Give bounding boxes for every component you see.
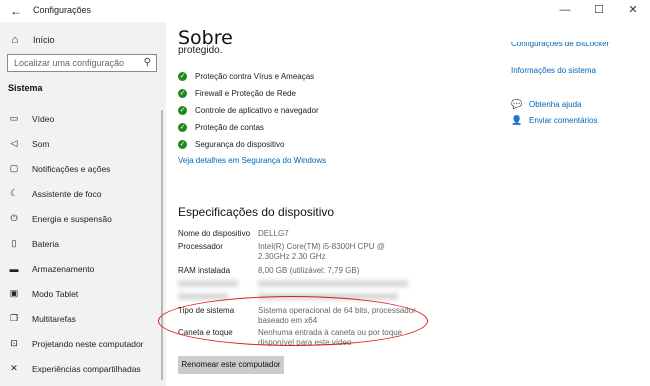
spec-row-processor: Processador Intel(R) Core(TM) i5-8300H C… (178, 242, 418, 262)
multitask-icon: ❐ (9, 313, 19, 323)
sidebar-item-label: Assistente de foco (32, 188, 102, 199)
search-input[interactable]: Localizar uma configuração ⚲ (7, 54, 157, 72)
chat-help-icon: 💬 (511, 99, 523, 109)
sidebar-item-label: Som (32, 138, 50, 149)
annotation-ellipse (158, 296, 428, 346)
checkmark-icon: ✓ (178, 72, 187, 81)
list-item: ✓ Firewall e Proteção de Rede (178, 85, 319, 102)
person-feedback-icon: 👤 (511, 115, 523, 125)
sidebar-item-video[interactable]: ▭ Vídeo (0, 106, 160, 131)
sidebar-item-label: Bateria (32, 238, 59, 249)
section-label: Sistema (8, 83, 43, 93)
search-icon[interactable]: ⚲ (144, 57, 151, 68)
system-info-link[interactable]: Informações do sistema (511, 66, 596, 75)
maximize-button[interactable]: ☐ (582, 0, 616, 22)
protection-label: Proteção contra Vírus e Ameaças (195, 72, 315, 81)
sidebar-item-label: Vídeo (32, 113, 55, 124)
specs-title: Especificações do dispositivo (178, 205, 335, 219)
sidebar-item-label: Experiências compartilhadas (32, 363, 141, 374)
spec-label: RAM instalada (178, 266, 231, 275)
search-placeholder: Localizar uma configuração (14, 58, 125, 68)
sidebar-item-focus[interactable]: ☾ Assistente de foco (0, 181, 160, 206)
sidebar: ⌂ Início Localizar uma configuração ⚲ Si… (0, 22, 166, 386)
list-item: ✓ Proteção contra Vírus e Ameaças (178, 68, 319, 85)
spec-value: DELLG7 (258, 229, 289, 238)
protection-label: Controle de aplicativo e navegador (195, 106, 319, 115)
sidebar-home[interactable]: ⌂ Início (8, 32, 55, 48)
redacted-row (178, 280, 408, 287)
monitor-icon: ▭ (9, 113, 19, 123)
storage-icon: ▬ (9, 263, 19, 274)
sidebar-item-label: Multitarefas (32, 313, 76, 324)
protection-list: ✓ Proteção contra Vírus e Ameaças ✓ Fire… (178, 68, 319, 153)
sidebar-item-label: Projetando neste computador (32, 338, 144, 349)
power-icon: ⏻ (10, 213, 18, 223)
title-bar: ← Configurações — ☐ ✕ (0, 0, 650, 22)
close-button[interactable]: ✕ (616, 0, 650, 22)
sidebar-item-storage[interactable]: ▬ Armazenamento (0, 256, 160, 281)
spec-label: Nome do dispositivo (178, 229, 251, 238)
sidebar-item-multitask[interactable]: ❐ Multitarefas (0, 306, 160, 331)
list-item: ✓ Proteção de contas (178, 119, 319, 136)
get-help-label: Obtenha ajuda (529, 100, 582, 109)
sidebar-item-label: Armazenamento (32, 263, 95, 274)
sidebar-item-shared[interactable]: ✕ Experiências compartilhadas (0, 356, 160, 381)
checkmark-icon: ✓ (178, 140, 187, 149)
minimize-button[interactable]: — (548, 0, 582, 22)
sidebar-item-label: Modo Tablet (32, 288, 79, 299)
list-item: ✓ Controle de aplicativo e navegador (178, 102, 319, 119)
sidebar-nav: ▭ Vídeo ◁ Som ▢ Notificações e ações ☾ A… (0, 106, 160, 381)
protection-label: Proteção de contas (195, 123, 264, 132)
sidebar-item-sound[interactable]: ◁ Som (0, 131, 160, 156)
system-info-label: Informações do sistema (511, 66, 596, 75)
rename-computer-button[interactable]: Renomear este computador (178, 356, 284, 374)
list-item: ✓ Segurança do dispositivo (178, 136, 319, 153)
get-help-link[interactable]: 💬 Obtenha ajuda (511, 99, 582, 110)
spec-row-device-name: Nome do dispositivo DELLG7 (178, 229, 418, 239)
home-icon: ⌂ (11, 34, 19, 46)
moon-icon: ☾ (9, 188, 19, 198)
redacted-block (178, 280, 238, 287)
security-details-link[interactable]: Veja detalhes em Segurança do Windows (178, 156, 326, 165)
feedback-link[interactable]: 👤 Enviar comentários (511, 115, 597, 126)
sidebar-item-notifications[interactable]: ▢ Notificações e ações (0, 156, 160, 181)
cut-off-text: protegido. (178, 45, 223, 56)
sidebar-item-label: Notificações e ações (32, 163, 111, 174)
speaker-icon: ◁ (10, 138, 18, 148)
home-label: Início (33, 35, 55, 45)
sidebar-item-battery[interactable]: ▯ Bateria (0, 231, 160, 256)
bitlocker-link[interactable]: Configurações de BitLocker (511, 42, 646, 50)
sidebar-item-label: Energia e suspensão (32, 213, 112, 224)
protection-label: Firewall e Proteção de Rede (195, 89, 296, 98)
spec-value: Intel(R) Core(TM) i5-8300H CPU @ 2.30GHz… (258, 242, 385, 261)
feedback-label: Enviar comentários (529, 116, 598, 125)
checkmark-icon: ✓ (178, 89, 187, 98)
notification-icon: ▢ (9, 163, 19, 173)
battery-icon: ▯ (11, 238, 17, 248)
window-title: Configurações (33, 5, 92, 15)
sidebar-scrollbar[interactable] (161, 110, 163, 380)
sidebar-item-power[interactable]: ⏻ Energia e suspensão (0, 206, 160, 231)
spec-value: 8,00 GB (utilizável: 7,79 GB) (258, 266, 360, 275)
checkmark-icon: ✓ (178, 106, 187, 115)
spec-label: Processador (178, 242, 223, 251)
project-icon: ⊡ (10, 338, 18, 348)
protection-label: Segurança do dispositivo (195, 140, 285, 149)
checkmark-icon: ✓ (178, 123, 187, 132)
spec-row-ram: RAM instalada 8,00 GB (utilizável: 7,79 … (178, 266, 418, 276)
redacted-block (258, 280, 408, 287)
related-links: Configurações de BitLocker (511, 42, 646, 50)
sidebar-item-project[interactable]: ⊡ Projetando neste computador (0, 331, 160, 356)
tablet-icon: ▣ (9, 288, 19, 298)
shared-icon: ✕ (10, 363, 18, 373)
back-arrow-icon[interactable]: ← (8, 3, 24, 19)
sidebar-item-tablet[interactable]: ▣ Modo Tablet (0, 281, 160, 306)
main-content: Sobre protegido. ✓ Proteção contra Vírus… (158, 22, 650, 386)
